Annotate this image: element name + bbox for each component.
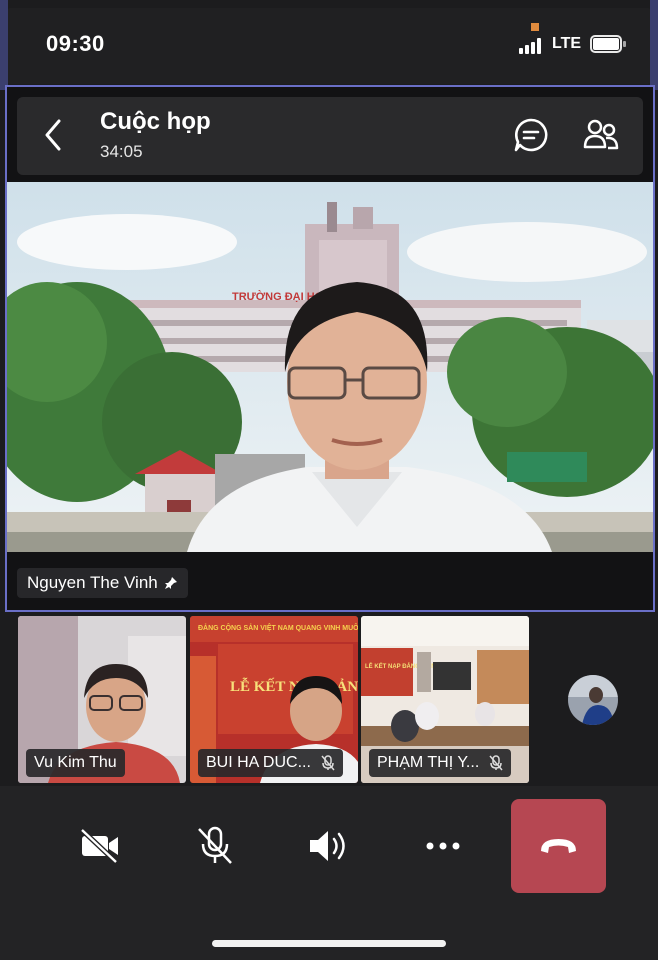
mic-off-icon [489,755,503,771]
speaker-button[interactable] [306,826,350,866]
mic-off-icon [198,826,232,864]
mic-off-icon [321,755,335,771]
status-time: 09:30 [46,31,105,56]
chat-bubble-icon [514,118,548,152]
chevron-left-icon [45,119,61,151]
status-edge-left [0,0,8,90]
participant-label-3: PHẠM THỊ Y... [369,749,512,777]
meeting-header: Cuộc họp 34:05 [17,97,643,175]
avatar [568,675,618,725]
main-speaker-video[interactable]: TRƯỜNG ĐẠI HỌC ... CHẤT [7,182,653,552]
chat-button[interactable] [513,117,549,153]
battery-icon [590,35,626,53]
participants-button[interactable] [582,117,620,155]
participant-name: Vu Kim Thu [34,754,117,771]
speaker-icon [310,831,345,861]
participant-name: BUI HA DUC... [206,754,311,771]
participant-name: PHẠM THỊ Y... [377,754,480,771]
privacy-indicator [531,23,539,31]
camera-toggle-button[interactable] [78,826,122,866]
microphone-toggle-button[interactable] [193,826,237,866]
participant-tile-1[interactable]: Vu Kim Thu [18,616,186,783]
home-indicator[interactable] [212,940,446,947]
network-type: LTE [552,35,582,52]
call-controls [0,786,658,960]
cellular-signal-icon [519,38,543,54]
main-stage: Cuộc họp 34:05 TRƯỜNG ĐẠI HỌC ... CHẤT N… [5,85,655,612]
participant-label-1: Vu Kim Thu [26,749,125,777]
more-icon [426,842,460,850]
backdrop-slogan: ĐẢNG CỘNG SẢN VIỆT NAM QUANG VINH MUÔN N… [198,623,358,632]
meeting-duration: 34:05 [100,142,143,161]
end-call-icon [541,839,576,853]
speaker-video-frame: TRƯỜNG ĐẠI HỌC ... CHẤT [7,182,653,552]
participant-avatar-more[interactable] [568,675,618,725]
participants-icon [583,119,619,150]
pin-icon [164,577,177,589]
meeting-title: Cuộc họp [100,108,211,135]
main-speaker-name: Nguyen The Vinh [27,573,158,592]
more-options-button[interactable] [421,826,465,866]
back-button[interactable] [35,115,71,155]
participant-tile-3[interactable]: LỄ KẾT NẠP ĐẢNG VIÊN PHẠM THỊ Y... [361,616,529,783]
participant-tile-2[interactable]: ĐẢNG CỘNG SẢN VIỆT NAM QUANG VINH MUÔN N… [190,616,358,783]
status-edge-right [650,0,658,90]
end-call-button[interactable] [511,799,606,893]
video-off-icon [80,828,118,864]
participant-label-2: BUI HA DUC... [198,749,343,777]
main-speaker-name-tag: Nguyen The Vinh [17,568,188,598]
